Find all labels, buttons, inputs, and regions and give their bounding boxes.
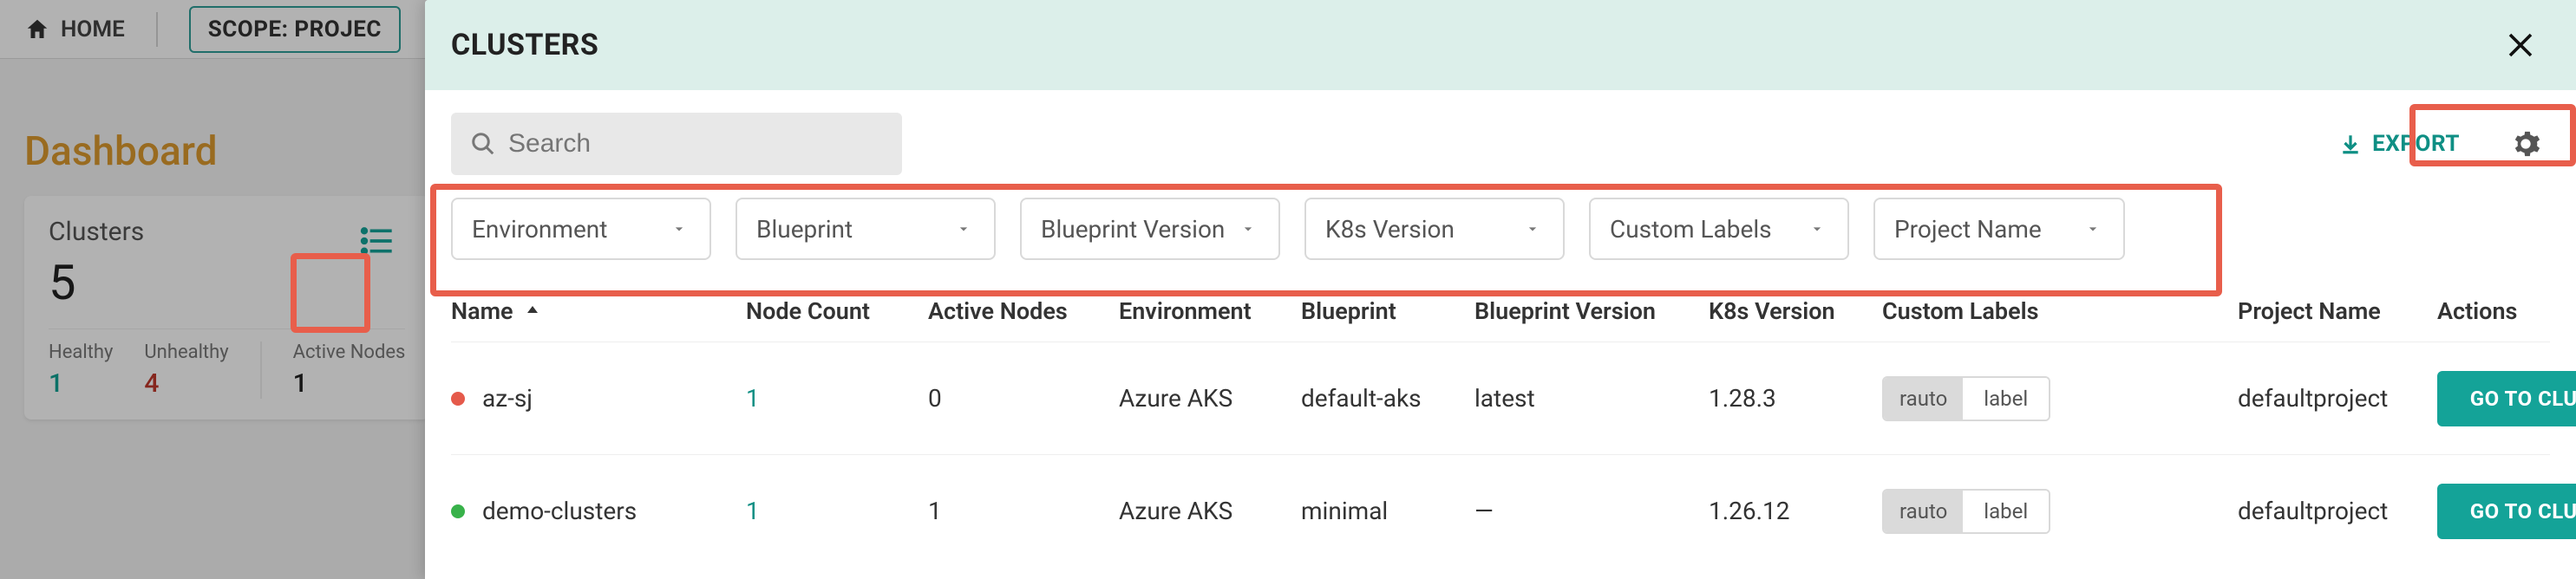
cluster-name[interactable]: az-sj bbox=[482, 384, 533, 413]
highlight-filters bbox=[430, 184, 2222, 296]
col-name[interactable]: Name bbox=[451, 297, 746, 325]
col-name-label: Name bbox=[451, 297, 513, 325]
search-box[interactable] bbox=[451, 113, 902, 175]
blueprint-value: default-aks bbox=[1301, 384, 1474, 413]
k8s-version-value: 1.26.12 bbox=[1709, 497, 1882, 525]
close-icon bbox=[2505, 29, 2536, 61]
active-nodes-value: 1 bbox=[928, 497, 1119, 525]
environment-value: Azure AKS bbox=[1119, 497, 1301, 525]
close-button[interactable] bbox=[2500, 24, 2541, 66]
search-input[interactable] bbox=[508, 129, 883, 159]
cluster-name[interactable]: demo-clusters bbox=[482, 497, 637, 525]
status-dot-healthy bbox=[451, 504, 465, 518]
col-node-count[interactable]: Node Count bbox=[746, 297, 928, 325]
table-row: demo-clusters 1 1 Azure AKS minimal — 1.… bbox=[451, 454, 2550, 567]
active-nodes-value: 0 bbox=[928, 384, 1119, 413]
col-custom-labels[interactable]: Custom Labels bbox=[1882, 297, 2238, 325]
panel-header: CLUSTERS bbox=[425, 0, 2576, 90]
label-key: rauto bbox=[1884, 491, 1963, 532]
label-value: label bbox=[1963, 378, 2049, 420]
label-value: label bbox=[1963, 491, 2049, 532]
search-icon bbox=[470, 131, 496, 157]
blueprint-value: minimal bbox=[1301, 497, 1474, 525]
col-project-name[interactable]: Project Name bbox=[2238, 297, 2437, 325]
blueprint-version-value: latest bbox=[1474, 384, 1709, 413]
custom-labels-cell: rauto label bbox=[1882, 376, 2238, 421]
col-k8s-version[interactable]: K8s Version bbox=[1709, 297, 1882, 325]
col-blueprint[interactable]: Blueprint bbox=[1301, 297, 1474, 325]
node-count-link[interactable]: 1 bbox=[746, 384, 928, 413]
highlight-export bbox=[2409, 104, 2576, 166]
k8s-version-value: 1.28.3 bbox=[1709, 384, 1882, 413]
col-blueprint-version[interactable]: Blueprint Version bbox=[1474, 297, 1709, 325]
download-icon bbox=[2339, 133, 2362, 155]
node-count-link[interactable]: 1 bbox=[746, 497, 928, 525]
panel-title: CLUSTERS bbox=[451, 28, 598, 62]
blueprint-version-value: — bbox=[1474, 497, 1709, 525]
table-row: az-sj 1 0 Azure AKS default-aks latest 1… bbox=[451, 342, 2550, 454]
toolbar: EXPORT bbox=[425, 90, 2576, 198]
project-name-value: defaultproject bbox=[2238, 384, 2437, 413]
environment-value: Azure AKS bbox=[1119, 384, 1301, 413]
label-key: rauto bbox=[1884, 378, 1963, 420]
go-to-cluster-button[interactable]: GO TO CLUSTER bbox=[2437, 371, 2576, 426]
custom-labels-cell: rauto label bbox=[1882, 489, 2238, 534]
project-name-value: defaultproject bbox=[2238, 497, 2437, 525]
go-to-cluster-button[interactable]: GO TO CLUSTER bbox=[2437, 484, 2576, 539]
col-active-nodes[interactable]: Active Nodes bbox=[928, 297, 1119, 325]
highlight-list-icon bbox=[291, 253, 370, 333]
col-actions: Actions bbox=[2437, 297, 2576, 325]
status-dot-unhealthy bbox=[451, 392, 465, 406]
sort-asc-icon bbox=[522, 301, 543, 322]
col-environment[interactable]: Environment bbox=[1119, 297, 1301, 325]
clusters-table: Name Node Count Active Nodes Environment… bbox=[425, 281, 2576, 567]
